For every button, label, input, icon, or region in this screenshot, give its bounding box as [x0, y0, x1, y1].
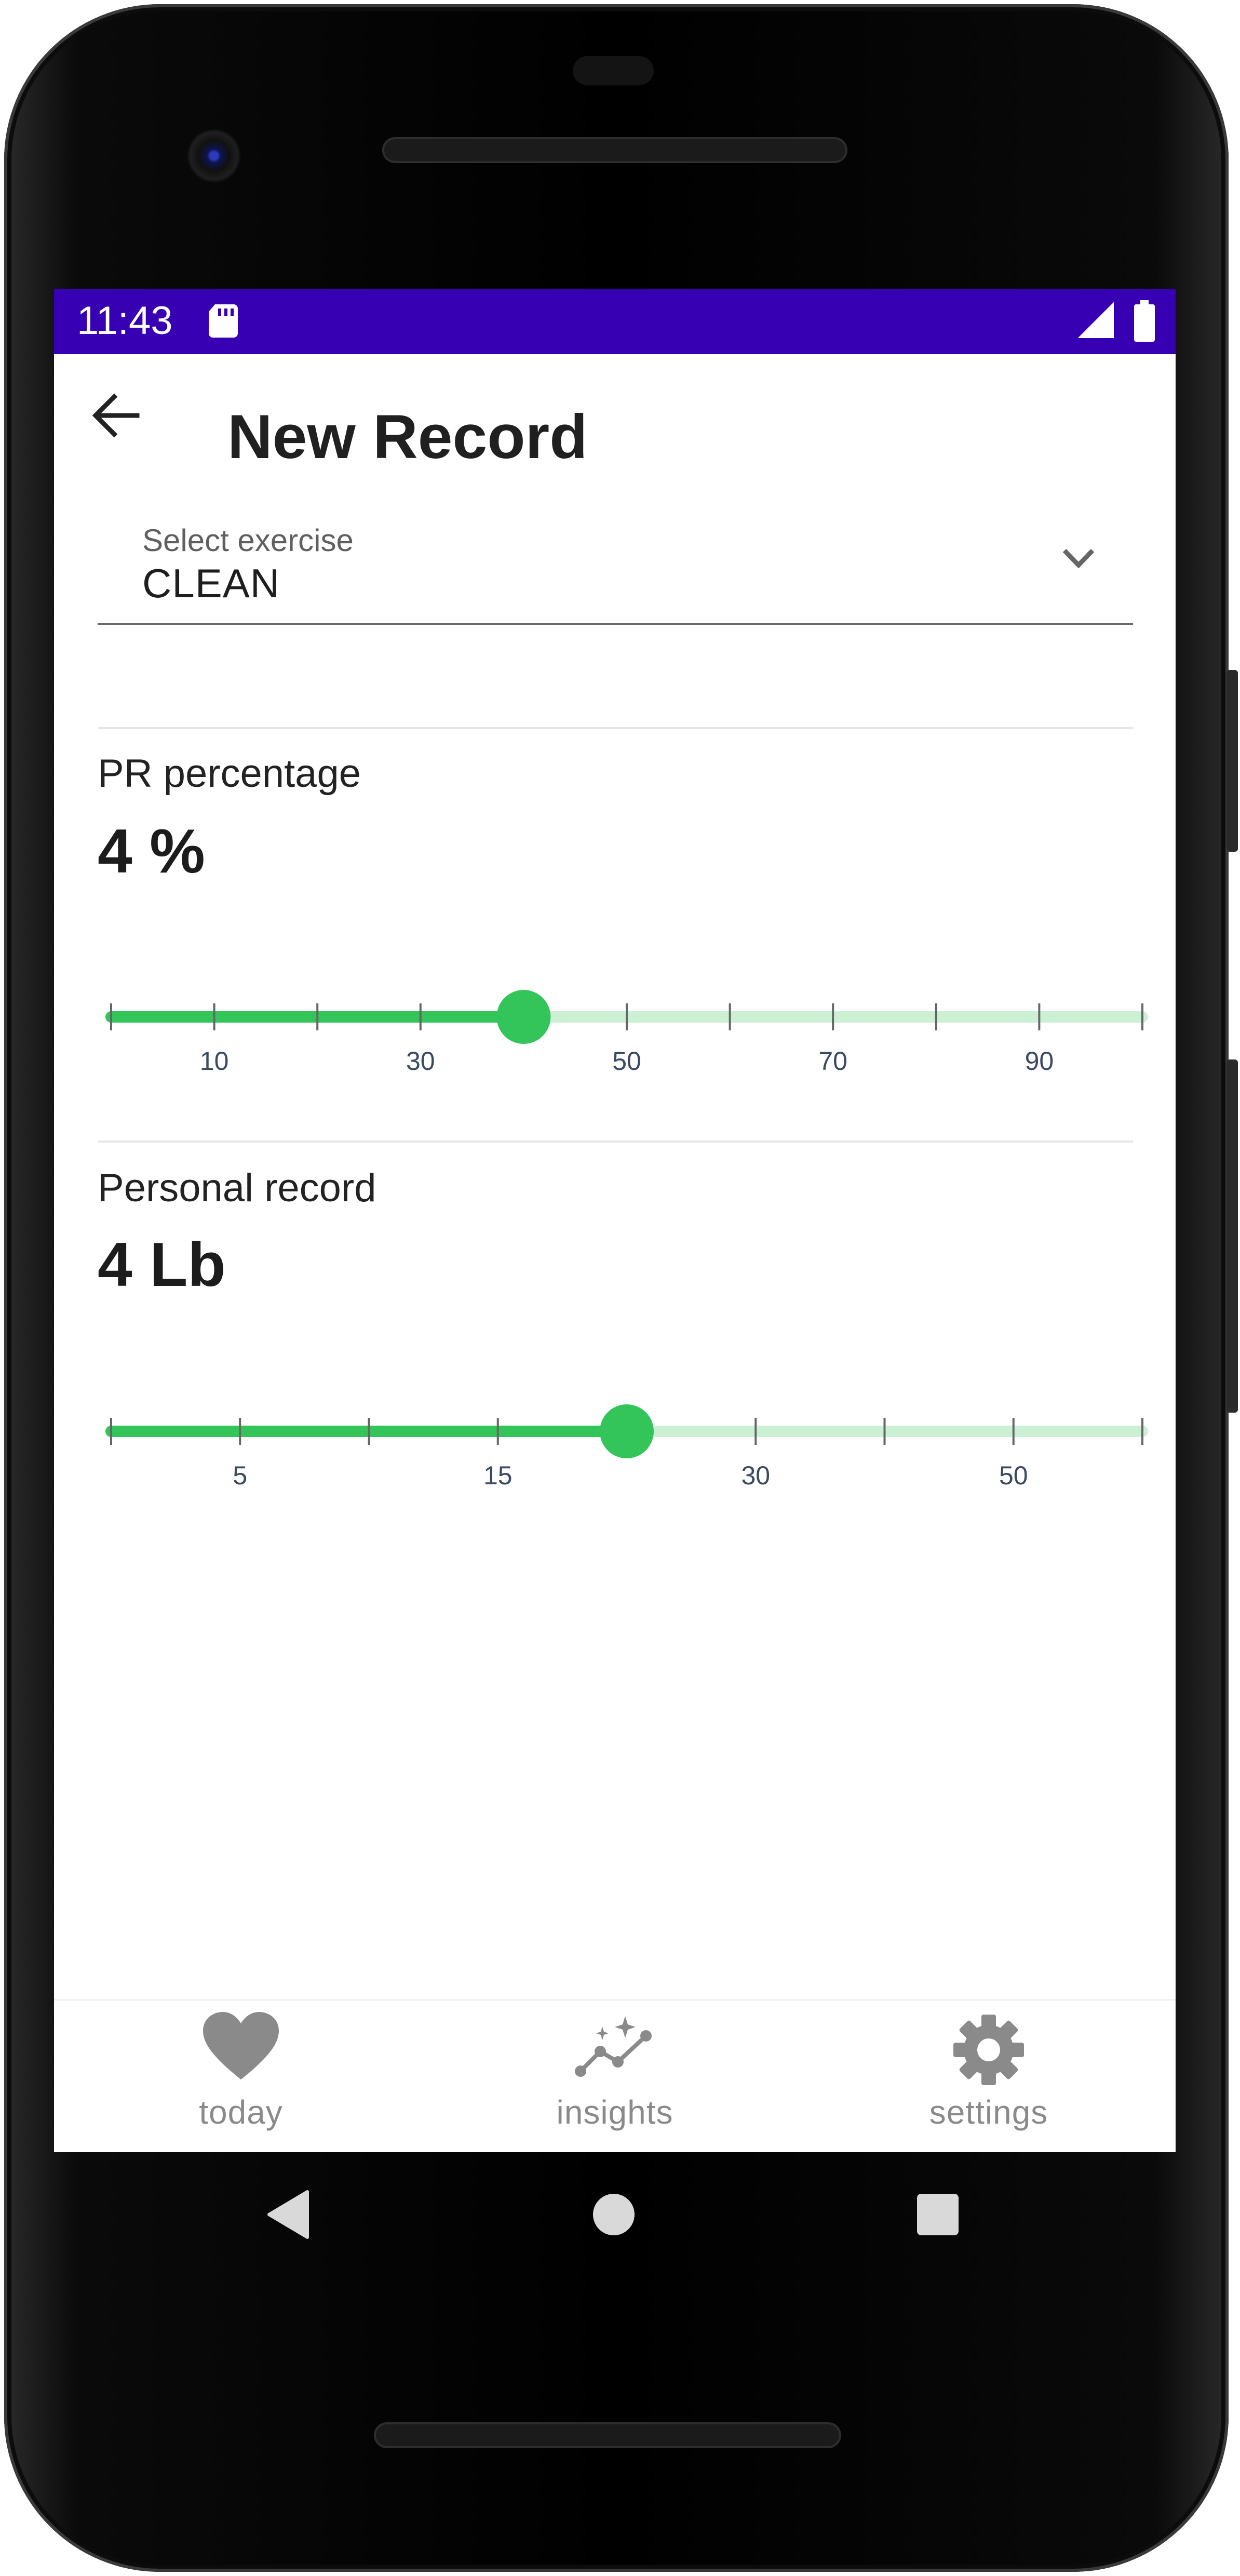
pr-percentage-label: PR percentage [98, 752, 361, 796]
weight-slider-svg [105, 1404, 1148, 1458]
cell-signal-icon [1077, 302, 1114, 341]
pr-slider-tick-label: 10 [199, 1046, 229, 1076]
system-back-icon[interactable] [266, 2189, 311, 2240]
pr-slider-tick-label: 30 [406, 1046, 435, 1076]
nav-item-settings[interactable]: settings [802, 2001, 1176, 2152]
status-time: 11:43 [77, 299, 173, 343]
exercise-select-value: CLEAN [142, 560, 280, 606]
status-bar: 11:43 [54, 289, 1176, 354]
app-screen: 11:43 New Record Select exercise CLEAN P… [54, 289, 1176, 2152]
gear-icon [950, 2011, 1028, 2091]
nav-label-today: today [199, 2094, 283, 2131]
nav-label-settings: settings [929, 2094, 1048, 2131]
system-recents-icon[interactable] [916, 2193, 960, 2236]
system-home-icon[interactable] [592, 2193, 636, 2236]
nav-label-insights: insights [556, 2094, 673, 2131]
sd-card-icon [208, 304, 239, 340]
weight-slider-tick-label: 15 [483, 1461, 513, 1490]
pr-slider-tick-label: 90 [1025, 1046, 1054, 1076]
top-speaker-grille [382, 137, 847, 163]
power-button [1226, 670, 1238, 852]
pr-slider-thumb[interactable] [496, 990, 551, 1044]
personal-record-label: Personal record [98, 1166, 376, 1210]
weight-slider-tick-label: 50 [999, 1461, 1028, 1490]
bottom-speaker-grille [374, 2422, 841, 2448]
bottom-navigation: today insights settings [54, 1999, 1176, 2152]
earpiece [573, 56, 654, 85]
weight-slider-tick-label: 30 [741, 1461, 771, 1490]
pr-slider-tick-label: 70 [818, 1046, 847, 1076]
exercise-select-label: Select exercise [142, 523, 354, 558]
nav-item-today[interactable]: today [54, 2001, 428, 2152]
insights-icon [573, 2011, 656, 2086]
personal-record-value: 4 Lb [98, 1230, 226, 1299]
volume-button [1226, 1059, 1238, 1413]
nav-item-insights[interactable]: insights [428, 2001, 802, 2152]
page-title: New Record [227, 402, 588, 472]
weight-slider-tick-label: 5 [233, 1461, 248, 1490]
system-navigation-bar [0, 2176, 1240, 2259]
phone-frame: 11:43 New Record Select exercise CLEAN P… [0, 0, 1240, 2576]
battery-icon [1133, 300, 1156, 344]
personal-record-slider[interactable]: 5 15 30 50 [98, 1384, 1153, 1493]
back-button[interactable] [85, 384, 147, 447]
arrow-left-icon [92, 393, 140, 438]
divider [98, 1141, 1133, 1143]
front-camera [187, 129, 241, 183]
pr-percentage-slider[interactable]: 10 30 50 70 90 [98, 969, 1153, 1078]
heart-icon [202, 2011, 280, 2086]
exercise-select[interactable]: Select exercise CLEAN [98, 489, 1133, 625]
pr-slider-tick-label: 50 [612, 1046, 641, 1076]
pr-slider-svg [105, 990, 1148, 1044]
divider [98, 727, 1133, 729]
chevron-down-icon [1060, 545, 1097, 574]
pr-percentage-value: 4 % [98, 816, 205, 886]
weight-slider-thumb[interactable] [600, 1404, 654, 1458]
app-bar: New Record [54, 354, 1176, 489]
